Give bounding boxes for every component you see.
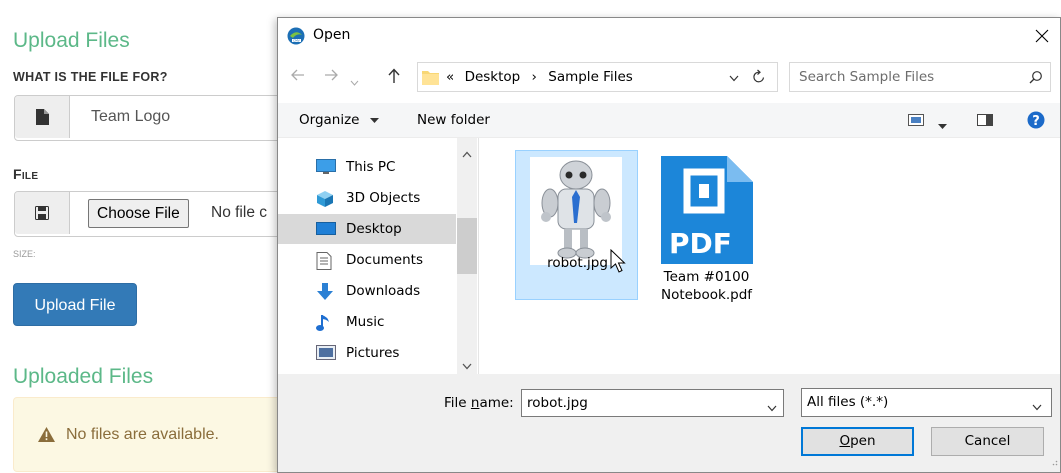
navigation-row: « Desktop › Sample Files Search Sample F… <box>278 62 1060 94</box>
navigation-pane: This PC 3D Objects Desktop Documents Dow… <box>278 138 478 374</box>
nav-item-3d-objects[interactable]: 3D Objects <box>278 183 456 213</box>
pdf-label: PDF <box>669 227 732 260</box>
app-logo-icon: CMV <box>287 27 305 49</box>
back-arrow-icon[interactable] <box>291 68 305 86</box>
breadcrumb: « Desktop › Sample Files <box>446 69 633 85</box>
command-bar: Organize New folder ? <box>278 103 1060 138</box>
dialog-footer: File name: robot.jpg All files (*.*) Ope… <box>278 374 1060 472</box>
file-label: File <box>13 166 39 182</box>
document-icon <box>316 252 332 274</box>
file-name-value: robot.jpg <box>527 395 588 411</box>
scroll-up-icon[interactable] <box>462 146 472 162</box>
organize-menu[interactable]: Organize <box>299 112 379 128</box>
breadcrumb-sample-files[interactable]: Sample Files <box>548 69 633 85</box>
desktop-icon <box>316 221 336 241</box>
breadcrumb-overflow[interactable]: « <box>446 69 454 85</box>
open-button[interactable]: Open <box>801 427 914 456</box>
open-file-dialog: CMV Open « Desktop › Sample Files Search… <box>277 17 1061 473</box>
close-icon[interactable] <box>1030 24 1054 48</box>
scroll-down-icon[interactable] <box>462 358 472 374</box>
uploaded-files-heading: Uploaded Files <box>13 365 154 388</box>
up-arrow-icon[interactable] <box>387 68 401 88</box>
new-folder-button[interactable]: New folder <box>417 112 490 128</box>
file-purpose-group: Team Logo <box>14 95 286 141</box>
resize-grip-icon[interactable] <box>1050 454 1058 470</box>
file-name-input[interactable]: robot.jpg <box>521 389 784 417</box>
dialog-titlebar[interactable]: CMV Open <box>278 18 1060 54</box>
svg-text:?: ? <box>1032 114 1040 129</box>
floppy-disk-icon <box>15 192 70 234</box>
file-name-notebook-line2: Notebook.pdf <box>660 287 753 303</box>
help-icon[interactable]: ? <box>1027 111 1045 133</box>
search-placeholder: Search Sample Files <box>799 69 935 85</box>
file-list: robot.jpg PDF Team #0100 Notebook.pdf <box>479 138 1060 374</box>
change-view-icon[interactable] <box>908 114 924 130</box>
nav-item-desktop[interactable]: Desktop <box>278 214 456 244</box>
upload-file-button[interactable]: Upload File <box>13 283 137 326</box>
warning-icon <box>38 427 55 447</box>
address-dropdown-icon[interactable] <box>729 70 739 86</box>
forward-arrow-icon[interactable] <box>324 68 338 86</box>
cube-icon <box>316 190 334 212</box>
picture-icon <box>316 345 336 364</box>
recent-locations-chevron-icon[interactable] <box>350 72 359 90</box>
file-type-select[interactable]: All files (*.*) <box>801 388 1052 417</box>
music-note-icon <box>316 314 332 336</box>
nav-item-pictures[interactable]: Pictures <box>278 338 456 368</box>
upload-files-heading: Upload Files <box>13 29 130 52</box>
svg-text:CMV: CMV <box>293 39 301 43</box>
refresh-icon[interactable] <box>752 69 766 88</box>
file-name-dropdown-icon[interactable] <box>767 400 777 416</box>
no-file-chosen-text: No file c <box>211 204 267 221</box>
file-name-notebook-line1: Team #0100 <box>663 269 750 285</box>
file-name-label: File name: <box>444 395 514 411</box>
preview-pane-icon[interactable] <box>977 114 993 130</box>
breadcrumb-desktop[interactable]: Desktop <box>465 69 521 85</box>
breadcrumb-separator: › <box>531 69 537 85</box>
nav-item-this-pc[interactable]: This PC <box>278 152 456 182</box>
folder-icon <box>422 69 439 90</box>
file-purpose-label: What is the file for? <box>13 70 168 84</box>
nav-item-documents[interactable]: Documents <box>278 245 456 275</box>
navigation-scrollbar[interactable] <box>457 138 477 374</box>
search-icon <box>1029 70 1043 88</box>
organize-dropdown-icon <box>369 118 379 123</box>
file-item-robot[interactable]: robot.jpg <box>515 150 638 300</box>
choose-file-button[interactable]: Choose File <box>88 199 189 228</box>
dialog-title: Open <box>313 27 351 43</box>
file-type-dropdown-icon[interactable] <box>1032 399 1042 415</box>
cancel-button[interactable]: Cancel <box>931 427 1044 456</box>
nav-item-music[interactable]: Music <box>278 307 456 337</box>
file-icon <box>15 96 70 138</box>
search-box[interactable]: Search Sample Files <box>789 62 1051 92</box>
robot-thumbnail <box>530 157 622 269</box>
size-label: SIZE: <box>13 249 36 259</box>
monitor-icon <box>316 159 336 179</box>
file-input-group: Choose File No file c <box>14 191 286 237</box>
no-files-alert: No files are available. <box>13 397 313 472</box>
file-type-value: All files (*.*) <box>807 394 889 410</box>
mouse-cursor-icon <box>610 248 628 277</box>
alert-message: No files are available. <box>66 426 219 443</box>
scrollbar-thumb[interactable] <box>457 218 477 274</box>
address-bar[interactable]: « Desktop › Sample Files <box>417 62 778 92</box>
download-icon <box>316 283 334 305</box>
nav-item-downloads[interactable]: Downloads <box>278 276 456 306</box>
view-dropdown-icon[interactable] <box>938 118 947 134</box>
file-item-notebook-pdf[interactable]: PDF Team #0100 Notebook.pdf <box>645 150 768 303</box>
file-purpose-value[interactable]: Team Logo <box>91 108 170 126</box>
